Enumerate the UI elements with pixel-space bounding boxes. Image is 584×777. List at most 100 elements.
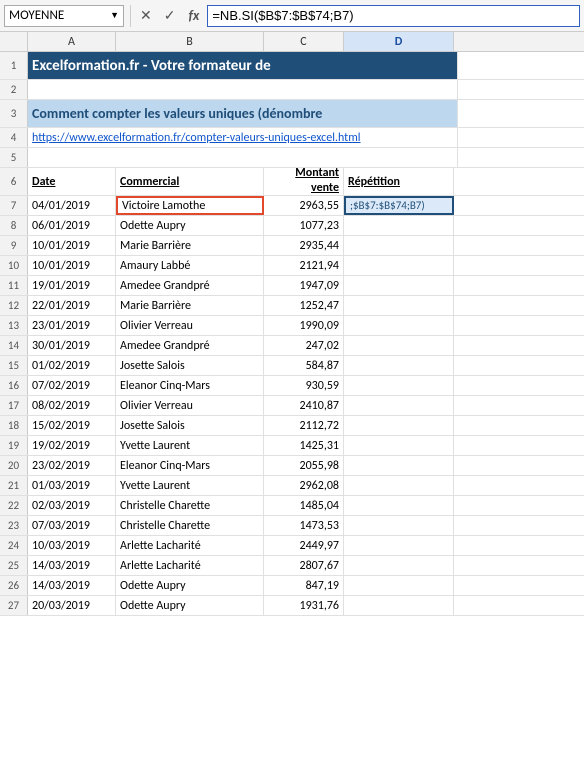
cell-montant[interactable]: 1485,04 bbox=[264, 496, 344, 515]
cell-date[interactable]: 01/03/2019 bbox=[28, 476, 116, 495]
cancel-icon[interactable]: ✕ bbox=[137, 5, 155, 26]
cell-montant[interactable]: 930,59 bbox=[264, 376, 344, 395]
cell-commercial[interactable]: Olivier Verreau bbox=[116, 316, 264, 335]
cell-commercial[interactable]: Amaury Labbé bbox=[116, 256, 264, 275]
cell-date[interactable]: 20/03/2019 bbox=[28, 596, 116, 615]
cell-repetition[interactable] bbox=[344, 536, 454, 555]
cell[interactable]: https://www.excelformation.fr/compter-va… bbox=[28, 128, 458, 147]
cell-repetition[interactable] bbox=[344, 376, 454, 395]
cell-commercial[interactable]: Odette Aupry bbox=[116, 216, 264, 235]
cell-commercial[interactable]: Marie Barrière bbox=[116, 296, 264, 315]
cell-commercial[interactable]: Amedee Grandpré bbox=[116, 336, 264, 355]
cell-commercial[interactable]: Eleanor Cinq-Mars bbox=[116, 376, 264, 395]
cell-montant[interactable]: 2962,08 bbox=[264, 476, 344, 495]
cell-date[interactable]: 14/03/2019 bbox=[28, 556, 116, 575]
cell-commercial[interactable]: Victoire Lamothe bbox=[116, 196, 264, 215]
col-header-a[interactable]: A bbox=[28, 32, 116, 51]
cell-repetition[interactable] bbox=[344, 576, 454, 595]
cell-commercial[interactable]: Christelle Charette bbox=[116, 516, 264, 535]
col-header-d[interactable]: D bbox=[344, 32, 454, 51]
cell-date[interactable]: 30/01/2019 bbox=[28, 336, 116, 355]
cell-commercial[interactable]: Yvette Laurent bbox=[116, 436, 264, 455]
cell-montant[interactable]: 1990,09 bbox=[264, 316, 344, 335]
cell-date[interactable]: 23/02/2019 bbox=[28, 456, 116, 475]
cell-repetition-active[interactable]: ;$B$7:$B$74;B7) bbox=[344, 196, 454, 215]
cell-commercial[interactable]: Amedee Grandpré bbox=[116, 276, 264, 295]
cell-date[interactable]: 10/01/2019 bbox=[28, 236, 116, 255]
cell-date[interactable]: 08/02/2019 bbox=[28, 396, 116, 415]
cell-commercial[interactable]: Odette Aupry bbox=[116, 596, 264, 615]
cell-date[interactable]: 01/02/2019 bbox=[28, 356, 116, 375]
cell-date[interactable]: 10/01/2019 bbox=[28, 256, 116, 275]
cell-repetition[interactable] bbox=[344, 476, 454, 495]
name-box[interactable]: MOYENNE ▼ bbox=[4, 5, 124, 27]
fx-icon[interactable]: fx bbox=[184, 7, 203, 24]
col-header-c[interactable]: C bbox=[264, 32, 344, 51]
cell-date[interactable]: 07/02/2019 bbox=[28, 376, 116, 395]
col-header-b[interactable]: B bbox=[116, 32, 264, 51]
confirm-icon[interactable]: ✓ bbox=[161, 5, 179, 26]
cell-date[interactable]: 04/01/2019 bbox=[28, 196, 116, 215]
cell-commercial[interactable]: Olivier Verreau bbox=[116, 396, 264, 415]
cell-montant[interactable]: 2807,67 bbox=[264, 556, 344, 575]
cell-commercial[interactable]: Arlette Lacharité bbox=[116, 556, 264, 575]
cell-montant[interactable]: 2935,44 bbox=[264, 236, 344, 255]
cell-date[interactable]: 14/03/2019 bbox=[28, 576, 116, 595]
cell-montant[interactable]: 247,02 bbox=[264, 336, 344, 355]
row-number: 6 bbox=[0, 168, 28, 195]
cell-date[interactable]: 15/02/2019 bbox=[28, 416, 116, 435]
cell-repetition[interactable] bbox=[344, 316, 454, 335]
row-number: 10 bbox=[0, 256, 28, 275]
cell-montant[interactable]: 584,87 bbox=[264, 356, 344, 375]
cell-repetition[interactable] bbox=[344, 496, 454, 515]
cell-date[interactable]: 19/02/2019 bbox=[28, 436, 116, 455]
cell-commercial[interactable]: Odette Aupry bbox=[116, 576, 264, 595]
cell-date[interactable]: 06/01/2019 bbox=[28, 216, 116, 235]
cell-date[interactable]: 10/03/2019 bbox=[28, 536, 116, 555]
cell-commercial[interactable]: Arlette Lacharité bbox=[116, 536, 264, 555]
cell-date[interactable]: 23/01/2019 bbox=[28, 316, 116, 335]
cell-commercial[interactable]: Josette Salois bbox=[116, 416, 264, 435]
cell-repetition[interactable] bbox=[344, 296, 454, 315]
name-box-arrow[interactable]: ▼ bbox=[110, 10, 119, 21]
cell-repetition[interactable] bbox=[344, 216, 454, 235]
cell-commercial[interactable]: Marie Barrière bbox=[116, 236, 264, 255]
cell-repetition[interactable] bbox=[344, 396, 454, 415]
cell-commercial[interactable]: Yvette Laurent bbox=[116, 476, 264, 495]
cell-montant[interactable]: 1473,53 bbox=[264, 516, 344, 535]
cell-repetition[interactable] bbox=[344, 256, 454, 275]
cell-montant[interactable]: 1425,31 bbox=[264, 436, 344, 455]
cell-montant[interactable]: 2410,87 bbox=[264, 396, 344, 415]
cell-repetition[interactable] bbox=[344, 456, 454, 475]
cell-repetition[interactable] bbox=[344, 596, 454, 615]
cell-commercial[interactable]: Josette Salois bbox=[116, 356, 264, 375]
cell[interactable]: Excelformation.fr - Votre formateur de bbox=[28, 52, 458, 79]
cell-montant[interactable]: 1252,47 bbox=[264, 296, 344, 315]
cell-repetition[interactable] bbox=[344, 336, 454, 355]
cell-repetition[interactable] bbox=[344, 416, 454, 435]
cell-montant[interactable]: 2055,98 bbox=[264, 456, 344, 475]
cell-repetition[interactable] bbox=[344, 356, 454, 375]
cell-repetition[interactable] bbox=[344, 436, 454, 455]
cell[interactable]: Comment compter les valeurs uniques (dén… bbox=[28, 100, 458, 127]
cell-date[interactable]: 07/03/2019 bbox=[28, 516, 116, 535]
cell-montant[interactable]: 847,19 bbox=[264, 576, 344, 595]
row-number: 16 bbox=[0, 376, 28, 395]
cell-repetition[interactable] bbox=[344, 556, 454, 575]
cell-commercial[interactable]: Christelle Charette bbox=[116, 496, 264, 515]
cell-montant[interactable]: 2963,55 bbox=[264, 196, 344, 215]
cell-date[interactable]: 22/01/2019 bbox=[28, 296, 116, 315]
cell-montant[interactable]: 1931,76 bbox=[264, 596, 344, 615]
cell-montant[interactable]: 2121,94 bbox=[264, 256, 344, 275]
formula-input[interactable] bbox=[207, 5, 580, 27]
cell-montant[interactable]: 1077,23 bbox=[264, 216, 344, 235]
cell-repetition[interactable] bbox=[344, 276, 454, 295]
cell-commercial[interactable]: Eleanor Cinq-Mars bbox=[116, 456, 264, 475]
cell-date[interactable]: 02/03/2019 bbox=[28, 496, 116, 515]
cell-montant[interactable]: 2112,72 bbox=[264, 416, 344, 435]
cell-repetition[interactable] bbox=[344, 236, 454, 255]
cell-montant[interactable]: 1947,09 bbox=[264, 276, 344, 295]
cell-repetition[interactable] bbox=[344, 516, 454, 535]
cell-montant[interactable]: 2449,97 bbox=[264, 536, 344, 555]
cell-date[interactable]: 19/01/2019 bbox=[28, 276, 116, 295]
